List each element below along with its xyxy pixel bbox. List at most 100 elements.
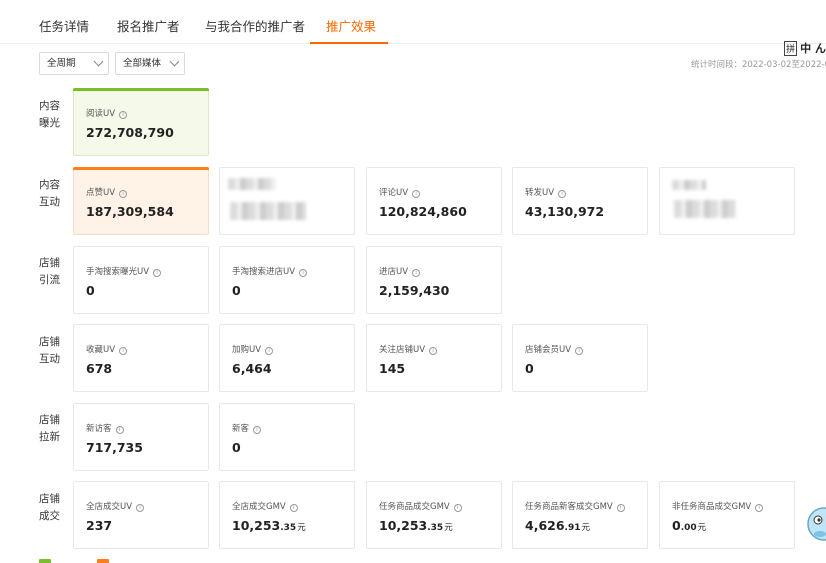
info-circle-icon[interactable]: i [558, 190, 567, 198]
metric-label: 关注店铺UV [379, 345, 426, 355]
info-circle-icon[interactable]: i [289, 504, 298, 512]
metric-card-favorite-uv: 收藏UV i 678 [73, 324, 209, 392]
metric-value: 678 [86, 361, 113, 376]
metric-label: 任务商品成交GMV [379, 502, 450, 512]
legend-swatch-green [39, 559, 51, 563]
metric-card-store-visit-uv: 进店UV i 2,159,430 [366, 246, 502, 314]
metric-card-add-cart-uv: 加购UV i 6,464 [219, 324, 355, 392]
metric-label: 新访客 [86, 424, 112, 434]
metric-label: 进店UV [379, 267, 409, 277]
chevron-down-icon [169, 56, 180, 67]
info-circle-icon[interactable]: i [119, 190, 128, 198]
metric-value: 120,824,860 [379, 204, 467, 219]
metric-value: 187,309,584 [86, 204, 174, 219]
statistics-time-range: 统计时间段：2022-03-02至2022-0 [690, 60, 826, 70]
metric-label: 评论UV [379, 188, 409, 198]
assistant-mascot-icon[interactable] [806, 500, 826, 550]
metric-value: 0 [86, 283, 95, 298]
info-circle-icon[interactable]: i [575, 347, 584, 355]
metric-card-follow-store-uv: 关注店铺UV i 145 [366, 324, 502, 392]
row-label-store-traffic: 店铺引流 [39, 257, 60, 286]
metric-value: 0 [232, 440, 241, 455]
metric-value: 10,253.35元 [379, 518, 453, 533]
legend-swatch-orange [97, 559, 109, 563]
tab-promotion-effect[interactable]: 推广效果 [326, 16, 376, 35]
redacted-label [672, 180, 706, 190]
metric-value: 0 [232, 283, 241, 298]
metric-value: 0 [525, 361, 534, 376]
metric-label: 全店成交UV [86, 502, 133, 512]
metric-card-search-visit-uv: 手淘搜索进店UV i 0 [219, 246, 355, 314]
tab-bar: 任务详情 报名推广者 与我合作的推广者 推广效果 [0, 0, 826, 44]
ime-indicator[interactable]: 拼中 ん [784, 40, 826, 56]
row-label-store-new-customers: 店铺拉新 [39, 414, 60, 443]
metric-value: 10,253.35元 [232, 518, 306, 533]
metric-label: 转发UV [525, 188, 555, 198]
tab-task-details[interactable]: 任务详情 [39, 16, 89, 35]
media-select-value: 全部媒体 [123, 58, 162, 69]
metric-value: 4,626.91元 [525, 518, 591, 533]
ime-pinyin-box: 拼 [784, 41, 798, 56]
metric-label: 手淘搜索进店UV [232, 267, 296, 277]
metric-label: 阅读UV [86, 109, 116, 119]
metric-card-non-task-product-gmv: 非任务商品成交GMV i 0.00元 [659, 481, 795, 549]
info-circle-icon[interactable]: i [115, 426, 124, 434]
info-circle-icon[interactable]: i [616, 504, 625, 512]
redacted-value [674, 200, 736, 218]
row-label-store-transactions: 店铺成交 [39, 493, 60, 522]
info-circle-icon[interactable]: i [253, 426, 262, 434]
metric-card-new-customers: 新客 i 0 [219, 403, 355, 471]
metric-card-comment-uv: 评论UV i 120,824,860 [366, 167, 502, 235]
metric-label: 加购UV [232, 345, 262, 355]
metric-card-redacted [219, 167, 355, 235]
row-label-store-interaction: 店铺互动 [39, 336, 60, 365]
row-label-content-exposure: 内容曝光 [39, 100, 60, 129]
chevron-down-icon [93, 56, 104, 67]
info-circle-icon[interactable]: i [429, 347, 438, 355]
metric-card-store-member-uv: 店铺会员UV i 0 [512, 324, 648, 392]
metric-card-task-product-new-customer-gmv: 任务商品新客成交GMV i 4,626.91元 [512, 481, 648, 549]
redacted-value [230, 202, 306, 220]
ime-text: 中 ん [800, 42, 826, 55]
redacted-label [228, 178, 276, 190]
metric-label: 手淘搜索曝光UV [86, 267, 150, 277]
metric-label: 点赞UV [86, 188, 116, 198]
metric-label: 非任务商品成交GMV [672, 502, 752, 512]
row-label-content-interaction: 内容互动 [39, 179, 60, 208]
tab-cooperating-promoters[interactable]: 与我合作的推广者 [205, 16, 305, 35]
period-select[interactable]: 全周期 [39, 52, 109, 75]
metric-label: 全店成交GMV [232, 502, 286, 512]
metric-label: 任务商品新客成交GMV [525, 502, 613, 512]
metric-card-store-gmv: 全店成交GMV i 10,253.35元 [219, 481, 355, 549]
info-circle-icon[interactable]: i [136, 504, 145, 512]
metric-label: 新客 [232, 424, 250, 434]
period-select-value: 全周期 [47, 58, 76, 69]
info-circle-icon[interactable]: i [153, 269, 162, 277]
info-circle-icon[interactable]: i [119, 111, 128, 119]
info-circle-icon[interactable]: i [412, 190, 421, 198]
tab-registered-promoters[interactable]: 报名推广者 [117, 16, 180, 35]
info-circle-icon[interactable]: i [119, 347, 128, 355]
metric-card-search-exposure-uv: 手淘搜索曝光UV i 0 [73, 246, 209, 314]
metric-card-share-uv: 转发UV i 43,130,972 [512, 167, 648, 235]
metric-value: 2,159,430 [379, 283, 450, 298]
info-circle-icon[interactable]: i [299, 269, 308, 277]
metric-card-read-uv: 阅读UV i 272,708,790 [73, 88, 209, 156]
media-select[interactable]: 全部媒体 [115, 52, 185, 75]
info-circle-icon[interactable]: i [412, 269, 421, 277]
metric-value: 717,735 [86, 440, 143, 455]
info-circle-icon[interactable]: i [755, 504, 764, 512]
active-tab-indicator [310, 42, 388, 44]
metric-label: 店铺会员UV [525, 345, 572, 355]
metric-value: 43,130,972 [525, 204, 605, 219]
info-circle-icon[interactable]: i [453, 504, 462, 512]
metric-value: 6,464 [232, 361, 272, 376]
metric-card-redacted [659, 167, 795, 235]
metric-label: 收藏UV [86, 345, 116, 355]
metric-card-task-product-gmv: 任务商品成交GMV i 10,253.35元 [366, 481, 502, 549]
info-circle-icon[interactable]: i [265, 347, 274, 355]
metric-value: 0.00元 [672, 518, 707, 533]
metric-card-like-uv: 点赞UV i 187,309,584 [73, 167, 209, 235]
metric-value: 145 [379, 361, 406, 376]
metric-card-new-visitors: 新访客 i 717,735 [73, 403, 209, 471]
